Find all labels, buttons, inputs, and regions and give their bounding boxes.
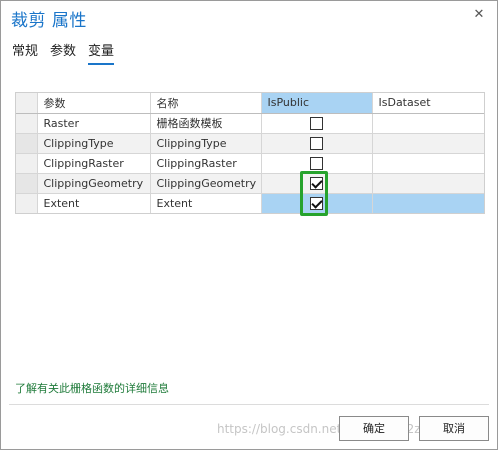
tab-variables[interactable]: 变量	[88, 43, 115, 65]
cell-isdataset[interactable]	[372, 153, 484, 174]
row-header[interactable]	[16, 173, 38, 194]
ispublic-checkbox[interactable]	[310, 116, 323, 130]
dialog-title: 裁剪 属性	[11, 11, 87, 31]
grid-header-row: 参数 名称 IsPublic IsDataset	[16, 93, 484, 114]
footer-divider	[9, 404, 489, 405]
column-header-isdataset[interactable]: IsDataset	[372, 93, 484, 114]
row-header[interactable]	[16, 113, 38, 134]
cell-isdataset[interactable]	[372, 173, 484, 194]
cell-name[interactable]: ClippingType	[150, 133, 262, 154]
table-row: ClippingRaster ClippingRaster	[16, 153, 484, 174]
ispublic-checkbox[interactable]	[310, 156, 323, 170]
tab-general[interactable]: 常规	[12, 43, 38, 65]
title-bar: 裁剪 属性 ✕	[1, 1, 497, 35]
cell-name[interactable]: ClippingRaster	[150, 153, 262, 174]
tab-strip: 常规 参数 变量	[12, 43, 115, 65]
tab-parameters[interactable]: 参数	[50, 43, 76, 65]
ok-button[interactable]: 确定	[339, 416, 409, 441]
cell-name[interactable]: ClippingGeometry	[150, 173, 262, 194]
properties-dialog: 裁剪 属性 ✕ 常规 参数 变量 参数 名称 IsPublic IsDatase…	[0, 0, 498, 450]
column-header-name[interactable]: 名称	[150, 93, 262, 114]
row-header[interactable]	[16, 133, 38, 154]
row-header[interactable]	[16, 193, 38, 213]
row-header-corner	[16, 93, 38, 114]
learn-more-link[interactable]: 了解有关此栅格函数的详细信息	[15, 380, 169, 396]
close-icon[interactable]: ✕	[471, 7, 487, 23]
cell-isdataset[interactable]	[372, 113, 484, 134]
cell-isdataset[interactable]	[372, 133, 484, 154]
cell-ispublic[interactable]	[261, 133, 373, 154]
cell-ispublic[interactable]	[261, 193, 373, 213]
cell-ispublic[interactable]	[261, 153, 373, 174]
row-header[interactable]	[16, 153, 38, 174]
cell-param[interactable]: Raster	[37, 113, 151, 134]
cell-ispublic[interactable]	[261, 173, 373, 194]
cell-param[interactable]: ClippingGeometry	[37, 173, 151, 194]
table-row: Extent Extent	[16, 193, 484, 213]
cell-ispublic[interactable]	[261, 113, 373, 134]
ispublic-checkbox[interactable]	[310, 136, 323, 150]
cell-param[interactable]: Extent	[37, 193, 151, 213]
table-row: Raster 栅格函数模板	[16, 113, 484, 134]
cell-name[interactable]: Extent	[150, 193, 262, 213]
table-row: ClippingType ClippingType	[16, 133, 484, 154]
variables-grid: 参数 名称 IsPublic IsDataset Raster 栅格函数模板 C…	[15, 92, 485, 214]
ispublic-checkbox[interactable]	[310, 176, 323, 190]
cell-param[interactable]: ClippingType	[37, 133, 151, 154]
table-row: ClippingGeometry ClippingGeometry	[16, 173, 484, 194]
ispublic-checkbox[interactable]	[310, 196, 323, 210]
cell-param[interactable]: ClippingRaster	[37, 153, 151, 174]
column-header-ispublic[interactable]: IsPublic	[261, 93, 373, 114]
cell-isdataset[interactable]	[372, 193, 484, 213]
column-header-param[interactable]: 参数	[37, 93, 151, 114]
cancel-button[interactable]: 取消	[419, 416, 489, 441]
cell-name[interactable]: 栅格函数模板	[150, 113, 262, 134]
